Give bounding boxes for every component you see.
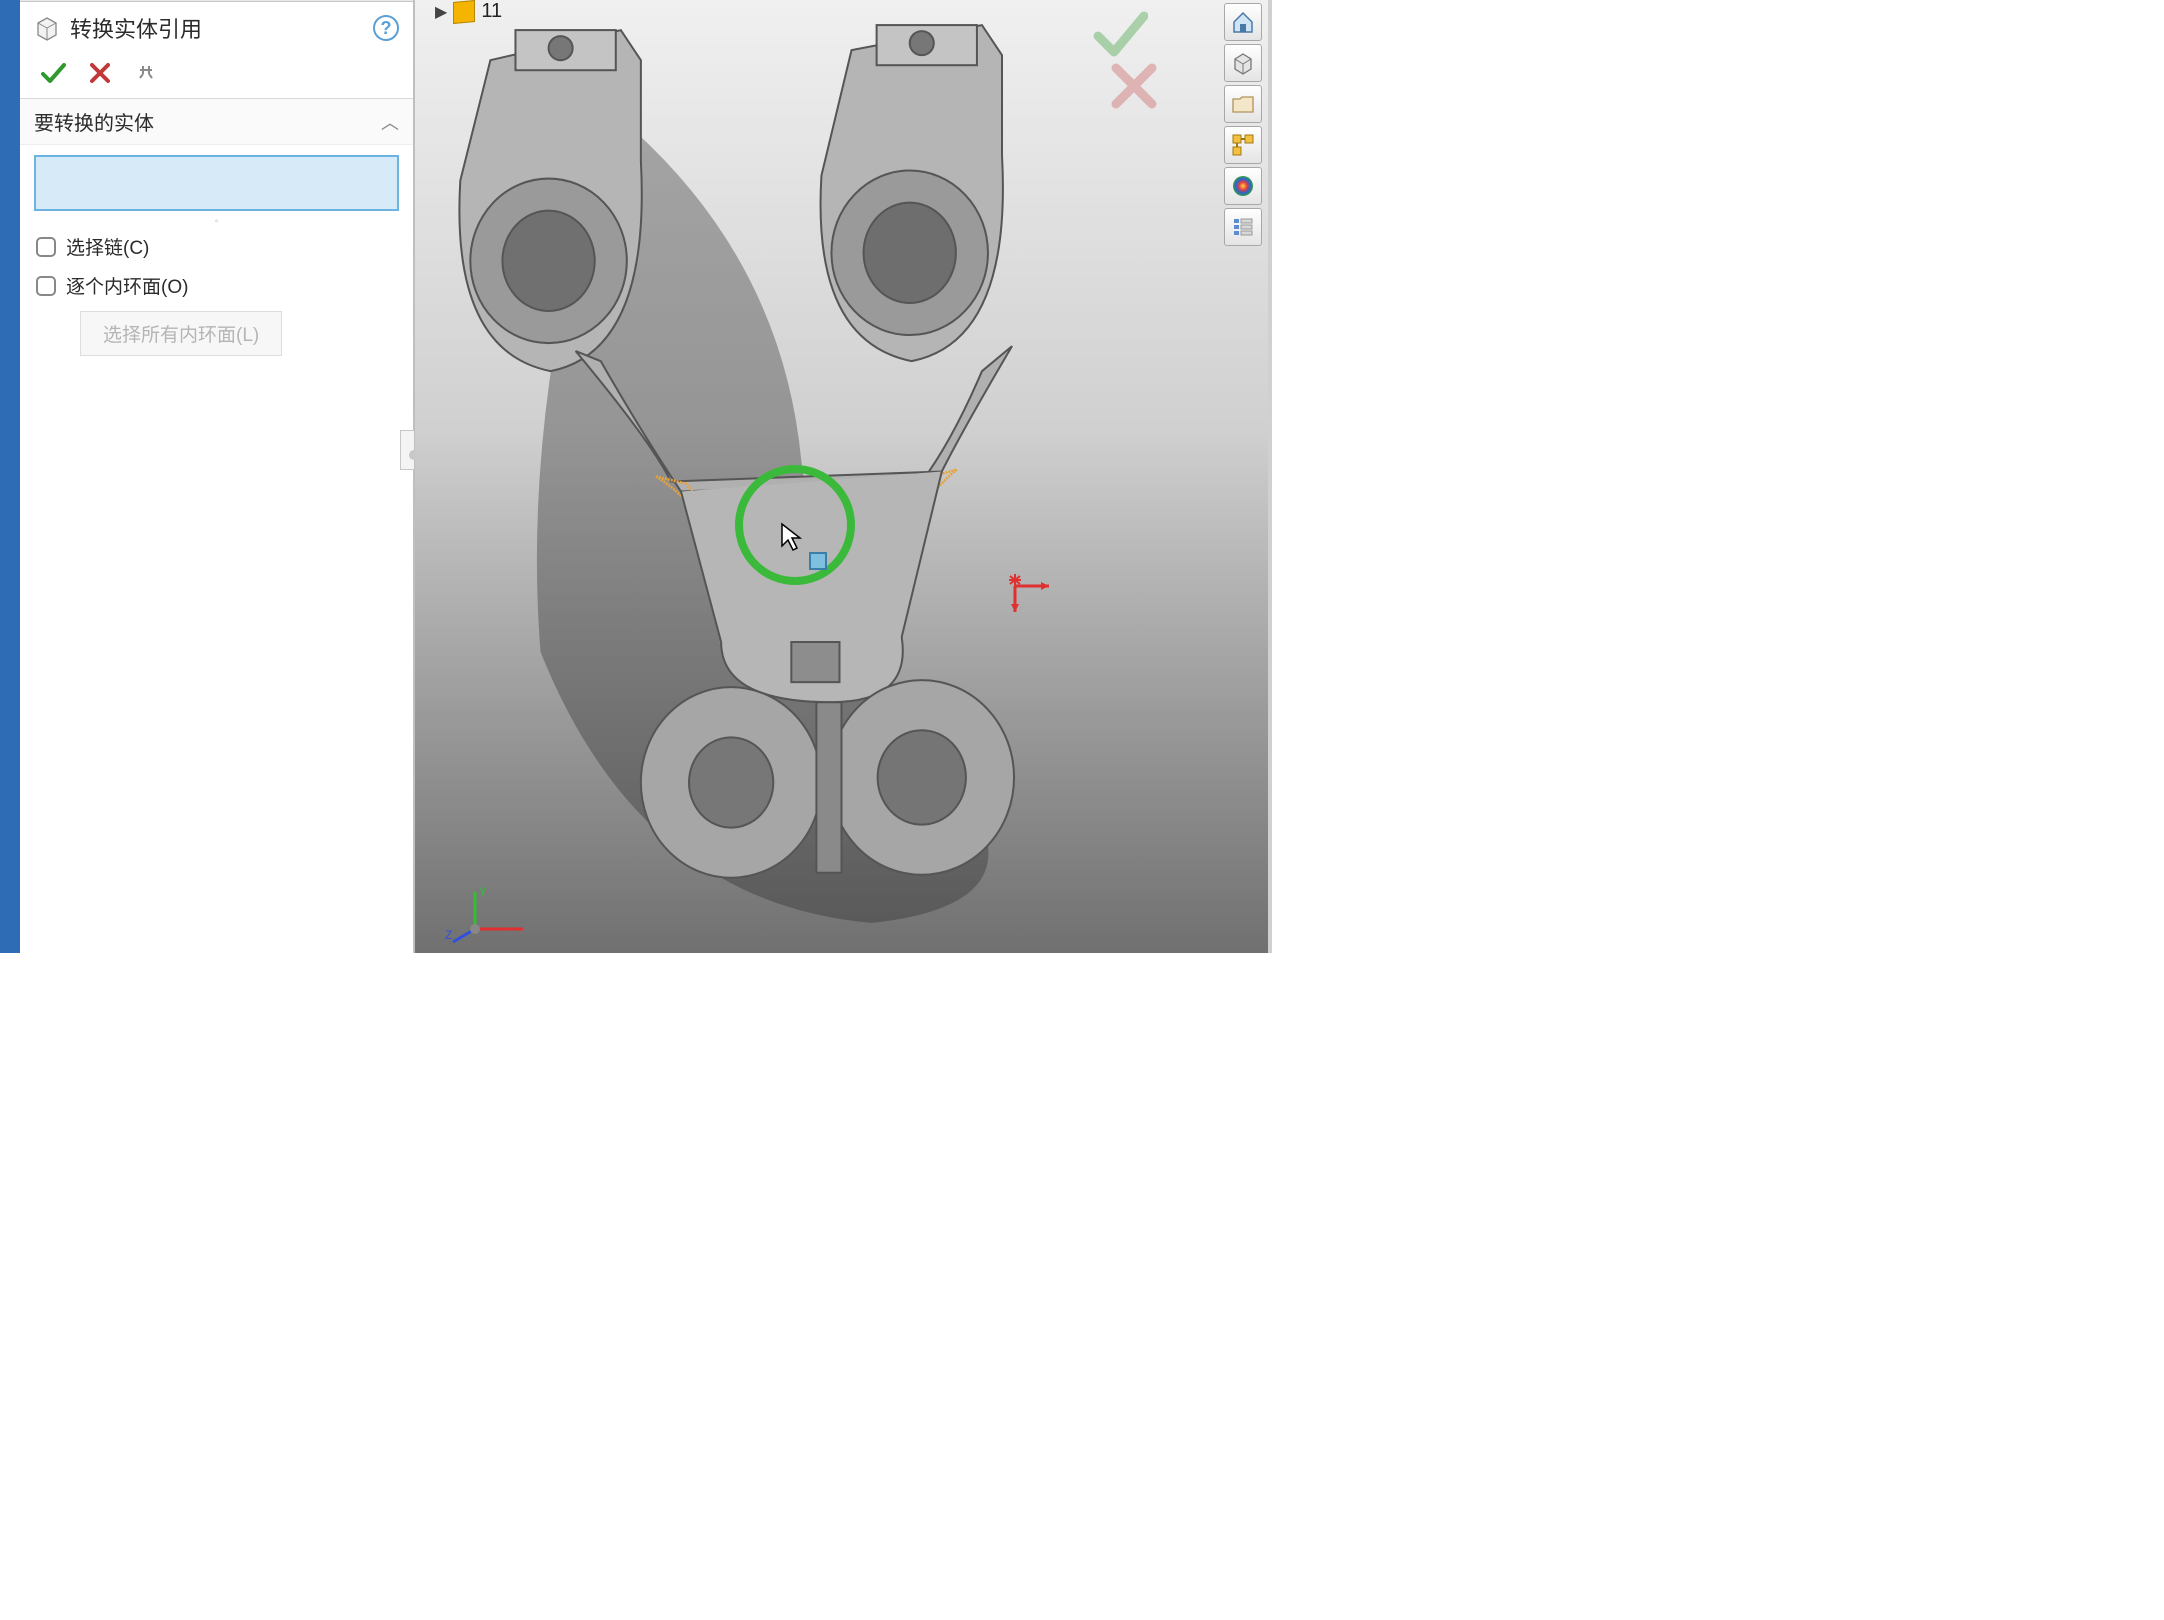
feature-breadcrumb[interactable]: ▶ 11 bbox=[435, 0, 502, 23]
convert-entities-icon bbox=[34, 15, 60, 41]
cursor-icon bbox=[780, 522, 802, 557]
part-model-illustration bbox=[415, 0, 1268, 953]
open-file-button[interactable] bbox=[1224, 85, 1262, 123]
cancel-overlay-button[interactable] bbox=[1108, 60, 1160, 117]
help-icon[interactable]: ? bbox=[373, 15, 399, 41]
list-resize-handle[interactable]: ◦ bbox=[20, 215, 413, 227]
origin-marker-icon bbox=[1005, 568, 1053, 621]
face-select-glyph-icon bbox=[809, 552, 827, 570]
part-icon bbox=[453, 0, 475, 23]
select-chain-checkbox[interactable] bbox=[36, 237, 56, 257]
assembly-view-button[interactable] bbox=[1224, 126, 1262, 164]
confirm-action-row bbox=[20, 52, 413, 98]
isometric-view-button[interactable] bbox=[1224, 44, 1262, 82]
collapse-chevron-icon[interactable]: ︿ bbox=[381, 109, 399, 135]
entities-group-header[interactable]: 要转换的实体 ︿ bbox=[20, 98, 413, 145]
panel-title: 转换实体引用 bbox=[70, 12, 363, 44]
breadcrumb-chevron-icon: ▶ bbox=[435, 2, 447, 22]
appearance-button[interactable] bbox=[1224, 167, 1262, 205]
view-toolbar bbox=[1224, 0, 1262, 246]
cancel-button[interactable] bbox=[86, 59, 114, 87]
cursor-highlight-ring bbox=[735, 465, 855, 585]
select-chain-row: 选择链(C) bbox=[20, 227, 413, 266]
3d-viewport[interactable]: ▶ 11 bbox=[415, 0, 1268, 953]
entities-selection-list[interactable] bbox=[34, 155, 399, 211]
breadcrumb-number: 11 bbox=[481, 0, 502, 23]
select-chain-label[interactable]: 选择链(C) bbox=[66, 233, 149, 260]
property-manager-panel: 转换实体引用 ? 要转换的实体 ︿ ◦ 选择链(C) 逐个内环面(O bbox=[20, 0, 415, 953]
ok-button[interactable] bbox=[38, 58, 68, 88]
confirm-overlay-button[interactable] bbox=[1092, 6, 1148, 67]
view-triad-icon[interactable]: Y Z bbox=[445, 884, 535, 949]
svg-text:Y: Y bbox=[479, 885, 487, 899]
inner-loop-label[interactable]: 逐个内环面(O) bbox=[66, 272, 188, 299]
select-all-inner-button: 选择所有内环面(L) bbox=[80, 311, 282, 356]
app-frame: 转换实体引用 ? 要转换的实体 ︿ ◦ 选择链(C) 逐个内环面(O bbox=[0, 0, 1272, 953]
display-pane-button[interactable] bbox=[1224, 208, 1262, 246]
inner-loop-row: 逐个内环面(O) bbox=[20, 266, 413, 305]
svg-text:Z: Z bbox=[445, 928, 452, 942]
entities-group-title: 要转换的实体 bbox=[34, 107, 154, 136]
inner-loop-checkbox[interactable] bbox=[36, 276, 56, 296]
home-view-button[interactable] bbox=[1224, 3, 1262, 41]
pin-button[interactable] bbox=[132, 59, 160, 87]
panel-header: 转换实体引用 ? bbox=[20, 2, 413, 52]
